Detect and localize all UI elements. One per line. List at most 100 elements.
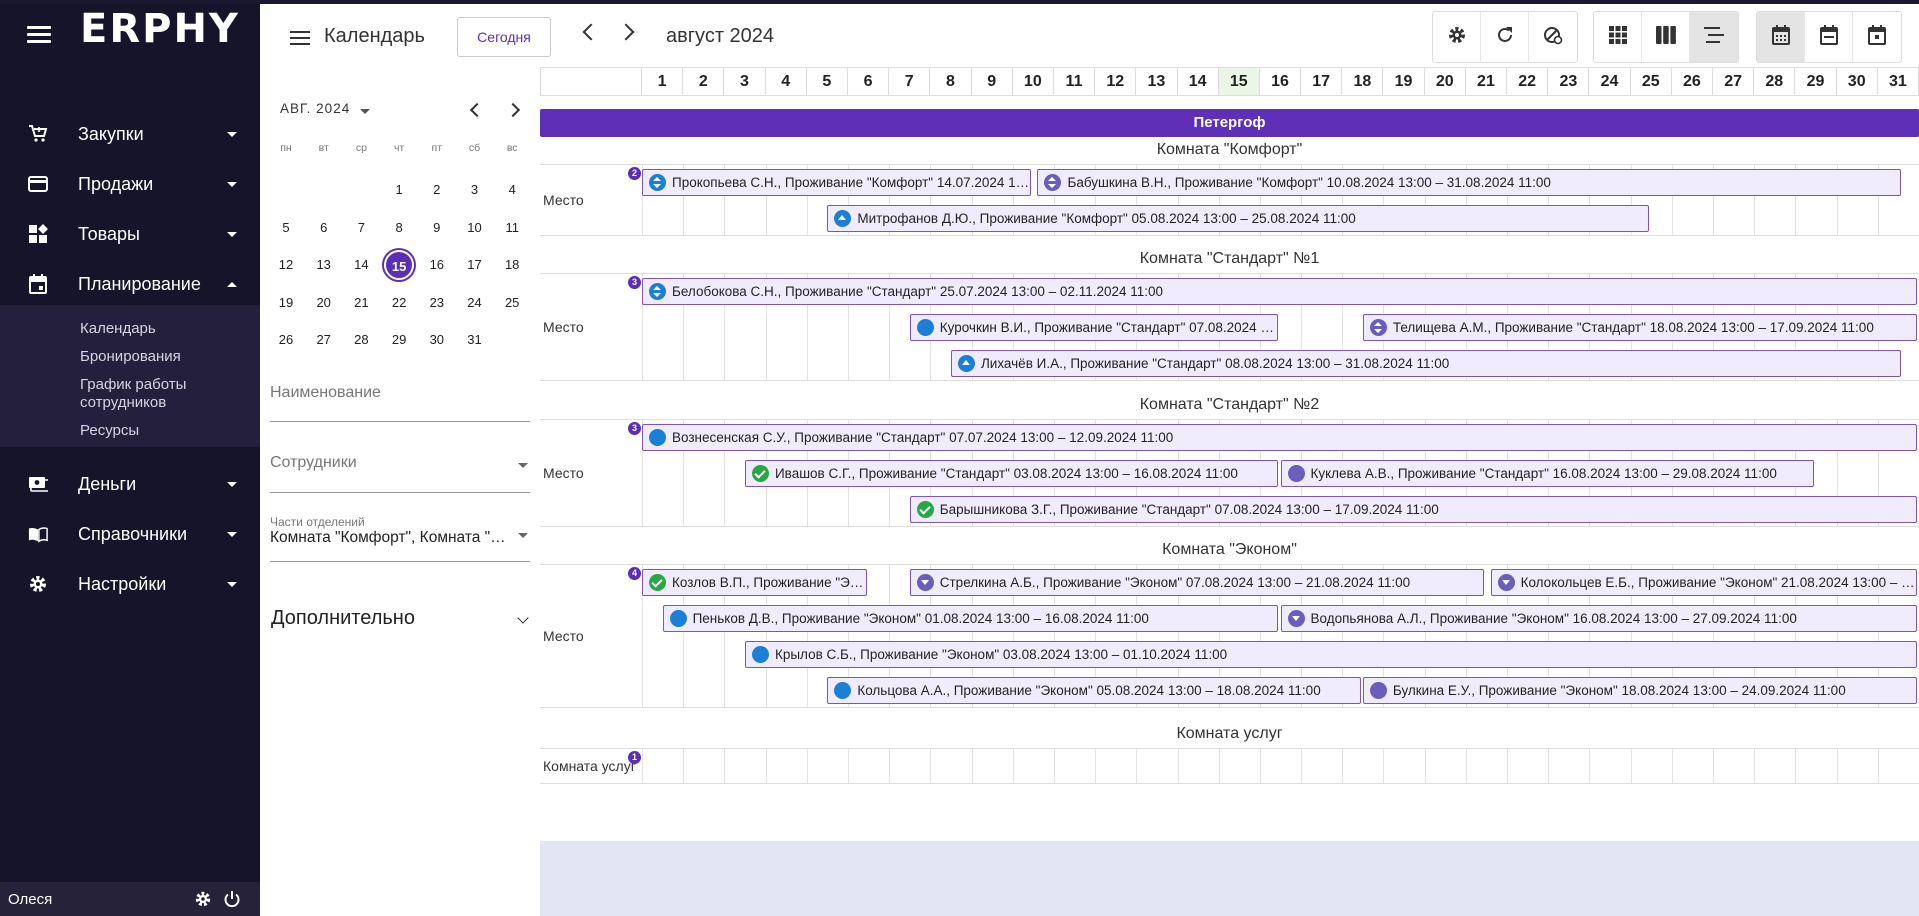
mini-calendar-day[interactable]: 15 bbox=[384, 250, 415, 281]
mini-calendar-day[interactable]: 21 bbox=[346, 288, 376, 318]
mini-calendar-day[interactable]: 24 bbox=[460, 288, 490, 318]
month-view-button[interactable] bbox=[1757, 12, 1805, 62]
sidebar-item-sales[interactable]: Продажи bbox=[0, 164, 260, 204]
booking-event[interactable]: Кольцова А.А., Проживание "Эконом" 05.08… bbox=[827, 677, 1361, 704]
next-period-icon[interactable] bbox=[617, 23, 635, 41]
mini-calendar-day[interactable]: 13 bbox=[309, 250, 339, 280]
power-icon[interactable] bbox=[223, 890, 241, 913]
submenu-resources[interactable]: Ресурсы bbox=[80, 422, 139, 440]
sidebar-item-money[interactable]: Деньги bbox=[0, 464, 260, 504]
day-view-button[interactable] bbox=[1853, 12, 1901, 62]
booking-text: Куклева А.В., Проживание "Стандарт" 16.0… bbox=[1310, 466, 1777, 481]
mini-calendar-day[interactable]: 17 bbox=[460, 250, 490, 280]
view-toggle-button[interactable] bbox=[1529, 12, 1577, 62]
mini-calendar-day[interactable]: 20 bbox=[309, 288, 339, 318]
chevron-left-icon[interactable] bbox=[469, 102, 485, 118]
sidebar-item-references[interactable]: Справочники bbox=[0, 514, 260, 554]
caret-down-icon[interactable] bbox=[360, 109, 370, 114]
booking-event[interactable]: Куклева А.В., Проживание "Стандарт" 16.0… bbox=[1280, 460, 1815, 487]
mini-calendar-day[interactable]: 12 bbox=[271, 250, 301, 280]
booking-event[interactable]: Бабушкина В.Н., Проживание "Комфорт" 10.… bbox=[1037, 169, 1901, 196]
booking-event[interactable]: Митрофанов Д.Ю., Проживание "Комфорт" 05… bbox=[827, 205, 1650, 232]
additional-section[interactable]: Дополнительно bbox=[271, 607, 415, 630]
sidebar-item-settings[interactable]: Настройки bbox=[0, 564, 260, 604]
menu-icon[interactable] bbox=[27, 26, 51, 44]
booking-count-badge: 3 bbox=[628, 276, 641, 289]
mini-calendar-day[interactable]: 25 bbox=[497, 288, 527, 318]
booking-event[interactable]: Курочкин В.И., Проживание "Стандарт" 07.… bbox=[909, 314, 1279, 341]
today-button[interactable]: Сегодня bbox=[457, 17, 551, 57]
mini-calendar-day[interactable]: 5 bbox=[271, 213, 301, 243]
booking-event[interactable]: Стрелкина А.Б., Проживание "Эконом" 07.0… bbox=[909, 569, 1485, 596]
booking-event[interactable]: Козлов В.П., Проживание "Эконом" 01.08.2… bbox=[642, 569, 867, 596]
booking-event[interactable]: Крылов С.Б., Проживание "Эконом" 03.08.2… bbox=[744, 641, 1917, 668]
day-column-header: 6 bbox=[847, 67, 890, 96]
mini-calendar-day[interactable]: 26 bbox=[271, 325, 301, 355]
booking-event[interactable]: Прокопьева С.Н., Проживание "Комфорт" 14… bbox=[642, 169, 1032, 196]
caret-down-icon bbox=[518, 533, 528, 538]
row-label: Место bbox=[543, 319, 584, 335]
mini-calendar-day[interactable]: 14 bbox=[346, 250, 376, 280]
mini-calendar-day[interactable]: 16 bbox=[422, 250, 452, 280]
booking-text: Митрофанов Д.Ю., Проживание "Комфорт" 05… bbox=[857, 211, 1356, 226]
booking-event[interactable]: Водопьянова А.Л., Проживание "Эконом" 16… bbox=[1280, 605, 1917, 632]
mini-calendar-day[interactable]: 2 bbox=[422, 175, 452, 205]
mini-calendar-day[interactable]: 27 bbox=[309, 325, 339, 355]
mini-calendar-day[interactable]: 28 bbox=[346, 325, 376, 355]
menu-icon[interactable] bbox=[290, 31, 310, 49]
employees-select[interactable]: Сотрудники bbox=[270, 454, 530, 494]
mini-calendar-day[interactable]: 10 bbox=[460, 213, 490, 243]
refresh-button[interactable] bbox=[1481, 12, 1529, 62]
app-logo[interactable]: ERPHY bbox=[80, 6, 240, 52]
grid-view-button[interactable] bbox=[1594, 12, 1642, 62]
booking-event[interactable]: Колокольцев Е.Б., Проживание "Эконом" 21… bbox=[1490, 569, 1917, 596]
chevron-right-icon[interactable] bbox=[505, 102, 521, 118]
mini-calendar-day[interactable]: 3 bbox=[460, 175, 490, 205]
columns-view-button[interactable] bbox=[1642, 12, 1690, 62]
timeline-view-button[interactable] bbox=[1690, 12, 1738, 62]
name-input[interactable]: Наименование bbox=[270, 384, 530, 402]
mini-calendar-day[interactable]: 6 bbox=[309, 213, 339, 243]
booking-event[interactable]: Барышникова З.Г., Проживание "Стандарт" … bbox=[909, 496, 1917, 523]
booking-event[interactable]: Булкина Е.У., Проживание "Эконом" 18.08.… bbox=[1362, 677, 1917, 704]
booking-event[interactable]: Ивашов С.Г., Проживание "Стандарт" 03.08… bbox=[744, 460, 1279, 487]
name-filter[interactable]: Наименование bbox=[270, 384, 530, 424]
user-name[interactable]: Олеся bbox=[8, 891, 52, 908]
units-label: Части отделений bbox=[270, 515, 365, 529]
sidebar-item-planning[interactable]: Планирование bbox=[0, 264, 260, 304]
booking-event[interactable]: Белобокова С.Н., Проживание "Стандарт" 2… bbox=[642, 278, 1917, 305]
submenu-staff-schedule[interactable]: График работы сотрудников bbox=[80, 376, 220, 412]
booking-event[interactable]: Пеньков Д.В., Проживание "Эконом" 01.08.… bbox=[662, 605, 1279, 632]
mini-calendar-day[interactable]: 31 bbox=[460, 325, 490, 355]
booking-event[interactable]: Лихачёв И.А., Проживание "Стандарт" 08.0… bbox=[950, 350, 1901, 377]
booking-event[interactable]: Телищева А.М., Проживание "Стандарт" 18.… bbox=[1362, 314, 1917, 341]
mini-calendar-day[interactable]: 9 bbox=[422, 213, 452, 243]
units-select[interactable]: Части отделений Комната "Комфорт", Комна… bbox=[270, 515, 530, 563]
mini-calendar-day[interactable]: 29 bbox=[384, 325, 414, 355]
settings-button[interactable] bbox=[1433, 12, 1481, 62]
mini-calendar-day[interactable]: 19 bbox=[271, 288, 301, 318]
period-title: август 2024 bbox=[666, 25, 775, 47]
booking-text: Прокопьева С.Н., Проживание "Комфорт" 14… bbox=[672, 175, 1030, 190]
booking-event[interactable]: Вознесенская С.У., Проживание "Стандарт"… bbox=[642, 424, 1917, 451]
day-column-header: 5 bbox=[806, 67, 848, 96]
submenu-calendar[interactable]: Календарь bbox=[80, 320, 156, 338]
mini-calendar-month[interactable]: АВГ. 2024 bbox=[280, 101, 350, 116]
mini-calendar-day[interactable]: 11 bbox=[497, 213, 527, 243]
prev-period-icon[interactable] bbox=[582, 23, 600, 41]
mini-calendar-day[interactable]: 23 bbox=[422, 288, 452, 318]
mini-calendar-day[interactable]: 7 bbox=[346, 213, 376, 243]
mini-calendar-day[interactable]: 4 bbox=[497, 175, 527, 205]
weekday-label: сб bbox=[468, 142, 481, 154]
sidebar-item-goods[interactable]: Товары bbox=[0, 214, 260, 254]
chevron-down-icon[interactable] bbox=[517, 612, 529, 624]
mini-calendar-day[interactable]: 30 bbox=[422, 325, 452, 355]
sidebar-item-purchases[interactable]: Закупки bbox=[0, 114, 260, 154]
week-view-button[interactable] bbox=[1805, 12, 1853, 62]
mini-calendar-day[interactable]: 8 bbox=[384, 213, 414, 243]
mini-calendar-day[interactable]: 22 bbox=[384, 288, 414, 318]
mini-calendar-day[interactable]: 1 bbox=[384, 175, 414, 205]
submenu-bookings[interactable]: Бронирования bbox=[80, 348, 181, 366]
mini-calendar-day[interactable]: 18 bbox=[497, 250, 527, 280]
gear-icon[interactable] bbox=[194, 890, 212, 913]
